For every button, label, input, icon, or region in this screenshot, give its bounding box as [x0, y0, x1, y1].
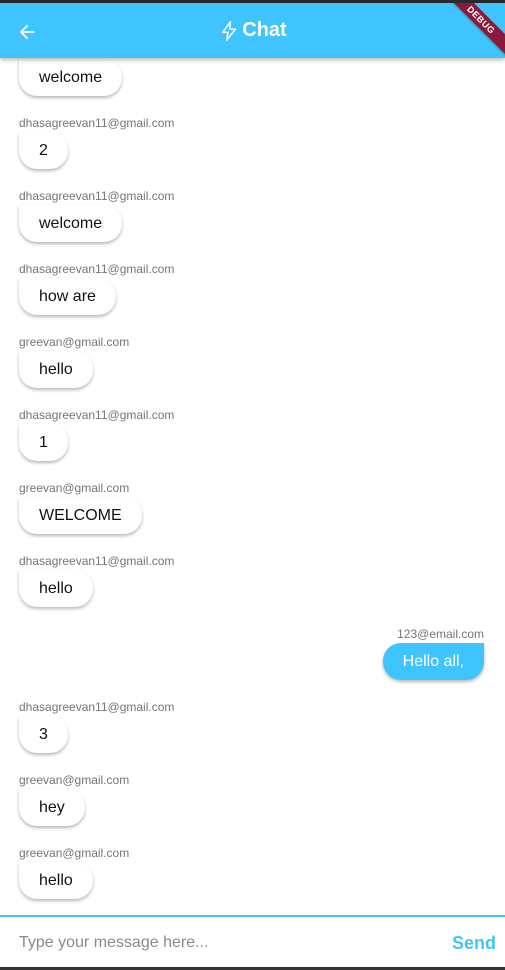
message-sender: dhasagreevan11@gmail.com [19, 700, 175, 714]
incoming-message: welcome [0, 58, 505, 103]
message-sender: greevan@gmail.com [19, 481, 130, 495]
page-title: Chat [242, 19, 287, 41]
message-sender: dhasagreevan11@gmail.com [19, 262, 175, 276]
message-bubble: welcome [19, 205, 123, 242]
message-sender: dhasagreevan11@gmail.com [19, 116, 175, 130]
message-bubble: hello [19, 351, 93, 388]
incoming-message: greevan@gmail.com hello [0, 846, 505, 906]
message-bubble: Hello all, [382, 643, 484, 680]
app-bar-title: Chat [0, 3, 505, 58]
message-input[interactable] [19, 926, 439, 960]
lightning-bolt-icon [222, 20, 237, 41]
message-sender: dhasagreevan11@gmail.com [19, 554, 175, 568]
back-button[interactable] [12, 17, 42, 47]
incoming-message: dhasagreevan11@gmail.com welcome [0, 189, 505, 249]
outgoing-message: 123@email.com Hello all, [0, 627, 505, 687]
message-sender: dhasagreevan11@gmail.com [19, 189, 175, 203]
message-bubble: 3 [19, 716, 68, 753]
message-bubble: welcome [19, 59, 123, 96]
message-sender: greevan@gmail.com [19, 773, 130, 787]
message-bubble: 1 [19, 424, 68, 461]
arrow-left-icon [19, 24, 35, 40]
app-bar: Chat [0, 3, 505, 58]
message-sender: dhasagreevan11@gmail.com [19, 408, 175, 422]
incoming-message: dhasagreevan11@gmail.com hello [0, 554, 505, 614]
message-bubble: WELCOME [19, 497, 142, 534]
incoming-message: dhasagreevan11@gmail.com 3 [0, 700, 505, 760]
message-bubble: 2 [19, 132, 68, 169]
incoming-message: dhasagreevan11@gmail.com 1 [0, 408, 505, 468]
incoming-message: dhasagreevan11@gmail.com how are [0, 262, 505, 322]
message-sender: greevan@gmail.com [19, 335, 130, 349]
message-sender: greevan@gmail.com [19, 846, 130, 860]
incoming-message: greevan@gmail.com hey [0, 773, 505, 833]
incoming-message: greevan@gmail.com WELCOME [0, 481, 505, 541]
message-bubble: how are [19, 278, 116, 315]
incoming-message: greevan@gmail.com hello [0, 335, 505, 395]
message-bubble: hello [19, 570, 93, 607]
message-composer: Send [0, 915, 505, 967]
incoming-message: dhasagreevan11@gmail.com 2 [0, 116, 505, 176]
send-button[interactable]: Send [452, 933, 496, 954]
message-bubble: hey [19, 789, 85, 826]
message-sender: 123@email.com [397, 627, 484, 641]
message-bubble: hello [19, 862, 93, 899]
message-list[interactable]: welcome dhasagreevan11@gmail.com 2 dhasagre… [0, 58, 505, 915]
